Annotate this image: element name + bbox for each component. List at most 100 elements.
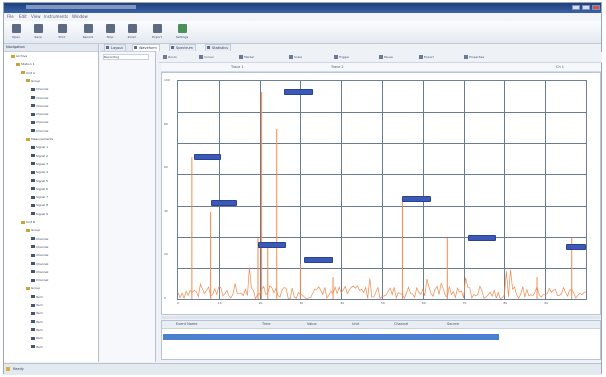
- document-icon: [31, 303, 35, 307]
- tree-node[interactable]: Signal 1: [31, 145, 48, 149]
- tab-statistics[interactable]: Statistics: [205, 44, 231, 51]
- event-marker[interactable]: [402, 195, 431, 202]
- chart-export-button[interactable]: Export: [419, 54, 434, 60]
- chart-pause-button[interactable]: Pause: [379, 54, 393, 60]
- folder-icon: [16, 62, 20, 66]
- close-button[interactable]: [592, 5, 600, 10]
- chart-properties-button[interactable]: Properties: [464, 54, 484, 60]
- tree-node[interactable]: Signal 7: [31, 195, 48, 199]
- col-value[interactable]: Value: [307, 322, 317, 326]
- cursor-icon: [199, 55, 203, 59]
- chart-trigger-button[interactable]: Trigger: [334, 54, 349, 60]
- col-unit[interactable]: Unit: [352, 322, 359, 326]
- tree-node[interactable]: Signal 6: [31, 187, 48, 191]
- col-event-name[interactable]: Event Name: [176, 322, 197, 326]
- tree-node[interactable]: Channel: [31, 96, 48, 100]
- chart-toolbar: Zoom Cursor Marker Scale Trigger Pause E…: [159, 52, 602, 63]
- stop-button[interactable]: Stop: [102, 23, 118, 41]
- open-button[interactable]: Open: [8, 23, 24, 41]
- col-time[interactable]: Time: [262, 322, 271, 326]
- tab-waveform[interactable]: Waveform: [132, 44, 160, 51]
- event-marker[interactable]: [194, 154, 221, 161]
- settings-button[interactable]: Settings: [174, 23, 190, 41]
- tree-node[interactable]: Channel: [31, 237, 48, 241]
- recording-cell[interactable]: Recording: [103, 54, 149, 60]
- tree-node[interactable]: Channel: [31, 104, 48, 108]
- document-icon: [31, 104, 35, 108]
- tree-node[interactable]: Item: [31, 336, 43, 340]
- tree-node[interactable]: Group: [26, 79, 40, 83]
- tree-node[interactable]: Signal 2: [31, 154, 48, 158]
- folder-icon: [21, 220, 25, 224]
- event-marker[interactable]: [467, 234, 497, 241]
- x-tick-label: 10: [217, 301, 222, 305]
- tree-node[interactable]: Signal 3: [31, 162, 48, 166]
- record-button[interactable]: Record: [80, 23, 96, 41]
- chart-marker-button[interactable]: Marker: [239, 54, 254, 60]
- tree-node-label: Item: [36, 327, 43, 332]
- tree-node[interactable]: Channel: [31, 87, 48, 91]
- print-button[interactable]: Print: [54, 23, 70, 41]
- tree-node[interactable]: Item: [31, 311, 43, 315]
- stop-icon: [106, 24, 115, 33]
- tree-node[interactable]: Station 1: [16, 62, 35, 66]
- tree-node[interactable]: Signal 9: [31, 212, 48, 216]
- tree-node[interactable]: Channel: [31, 129, 48, 133]
- tab-spectrum[interactable]: Spectrum: [169, 44, 196, 51]
- panel-splitter[interactable]: [161, 316, 601, 319]
- tree-node[interactable]: Signal 5: [31, 179, 48, 183]
- menu-instruments[interactable]: Instruments: [44, 14, 68, 19]
- tree-node[interactable]: Item: [31, 328, 43, 332]
- tree-node[interactable]: Signal 8: [31, 203, 48, 207]
- col-source[interactable]: Source: [447, 322, 459, 326]
- minimize-button[interactable]: [572, 5, 580, 10]
- maximize-button[interactable]: [582, 5, 590, 10]
- tree-node[interactable]: Channel: [31, 245, 48, 249]
- record-icon: [84, 24, 93, 33]
- tree-node[interactable]: Item: [31, 295, 43, 299]
- col-channel[interactable]: Channel: [394, 322, 408, 326]
- export-button[interactable]: Export: [149, 23, 165, 41]
- event-marker[interactable]: [284, 88, 313, 95]
- chart-zoom-button[interactable]: Zoom: [163, 54, 177, 60]
- tree-node-label: Unit B: [26, 220, 36, 224]
- document-icon: [31, 112, 35, 116]
- tree-node[interactable]: Channel: [31, 278, 48, 282]
- tree-node[interactable]: Channel: [31, 112, 48, 116]
- tree-node[interactable]: Item: [31, 345, 43, 349]
- tree-node[interactable]: Channel: [31, 262, 48, 266]
- save-button[interactable]: Save: [30, 23, 46, 41]
- tree-node-label: Measurements: [31, 137, 54, 141]
- menu-edit[interactable]: Edit: [19, 14, 27, 19]
- window-title: [26, 5, 136, 9]
- tree-node[interactable]: Unit A: [21, 71, 35, 75]
- event-marker[interactable]: [210, 200, 238, 207]
- tree-node[interactable]: Group: [26, 228, 40, 232]
- tree-node-label: Channel: [36, 236, 49, 241]
- tree-node[interactable]: Channel: [31, 270, 48, 274]
- tree-node[interactable]: Unit B: [21, 220, 35, 224]
- menu-view[interactable]: View: [31, 14, 41, 19]
- document-icon: [31, 311, 35, 315]
- tree-node[interactable]: Signal 4: [31, 170, 48, 174]
- event-marker[interactable]: [565, 243, 586, 250]
- chart-scale-button[interactable]: Scale: [289, 54, 302, 60]
- menu-file[interactable]: File: [7, 14, 14, 19]
- menu-window[interactable]: Window: [72, 14, 88, 19]
- tree-node[interactable]: Archive: [11, 54, 27, 58]
- tree-node[interactable]: Group: [26, 286, 40, 290]
- tree-node[interactable]: Measurements: [26, 137, 53, 141]
- chart-cursor-button[interactable]: Cursor: [199, 54, 214, 60]
- tree-node[interactable]: Item: [31, 320, 43, 324]
- tab-layout[interactable]: Layout: [104, 44, 126, 51]
- tree-node-label: Channel: [36, 120, 49, 125]
- scale-icon: [289, 55, 293, 59]
- event-marker[interactable]: [257, 241, 287, 248]
- event-marker[interactable]: [304, 256, 334, 263]
- tree-node[interactable]: Item: [31, 303, 43, 307]
- tree-node[interactable]: Channel: [31, 120, 48, 124]
- zoom-button[interactable]: Zoom: [124, 23, 140, 41]
- waveform-plot[interactable]: [177, 80, 587, 300]
- event-row-selected[interactable]: [163, 334, 499, 340]
- tree-node[interactable]: Channel: [31, 253, 48, 257]
